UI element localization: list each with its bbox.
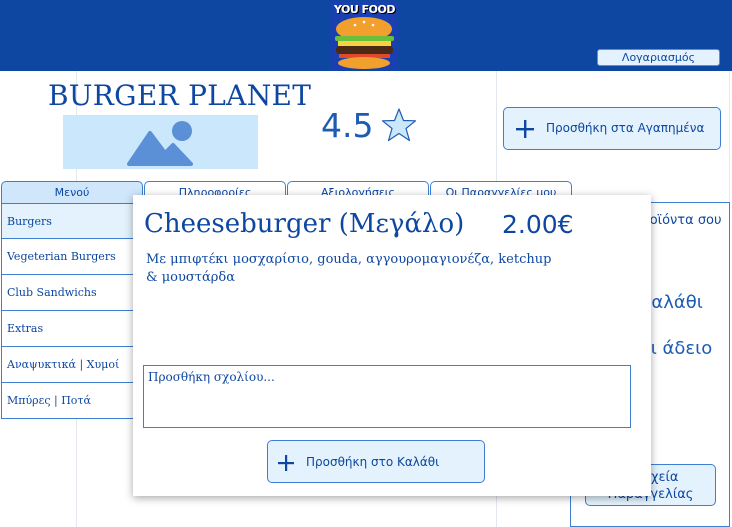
category-item-beers-drinks[interactable]: Μπύρες | Ποτά (1, 383, 135, 419)
app-logo[interactable]: YOU FOOD YOU FOOD (331, 1, 398, 70)
store-image (63, 115, 258, 169)
add-to-cart-button[interactable]: Προσθήκη στο Καλάθι (267, 440, 485, 483)
logo-text-overlay: YOU FOOD (333, 3, 396, 16)
plus-icon (516, 120, 534, 138)
category-item-soft-drinks[interactable]: Αναψυκτικά | Χυμοί (1, 347, 135, 383)
account-button[interactable]: Λογαριασμός (597, 49, 720, 66)
product-price: 2.00€ (502, 210, 574, 239)
comment-input[interactable] (143, 365, 631, 428)
top-bar: YOU FOOD YOU FOOD Λογαριασμός (0, 0, 732, 71)
store-rating: 4.5 (321, 106, 374, 145)
plus-icon (278, 455, 294, 471)
star-icon[interactable] (381, 107, 417, 143)
image-placeholder-icon (127, 121, 193, 166)
category-item-club-sandwichs[interactable]: Club Sandwichs (1, 275, 135, 311)
add-to-favorites-button[interactable]: Προσθήκη στα Αγαπημένα (503, 107, 721, 150)
add-to-cart-label: Προσθήκη στο Καλάθι (306, 455, 440, 469)
category-list: Burgers Vegeterian Burgers Club Sandwich… (1, 203, 135, 419)
add-to-favorites-label: Προσθήκη στα Αγαπημένα (546, 121, 705, 135)
tab-menu[interactable]: Μενού (1, 181, 143, 203)
store-name: BURGER PLANET (48, 79, 312, 112)
product-name: Cheeseburger (Μεγάλο) (144, 209, 465, 239)
product-modal: Cheeseburger (Μεγάλο) 2.00€ Με μπιφτέκι … (133, 195, 651, 496)
category-item-vegetarian-burgers[interactable]: Vegeterian Burgers (1, 239, 135, 275)
product-description: Με μπιφτέκι μοσχαρίσιο, gouda, αγγουρομα… (146, 252, 552, 285)
category-item-extras[interactable]: Extras (1, 311, 135, 347)
category-item-burgers[interactable]: Burgers (1, 203, 135, 239)
